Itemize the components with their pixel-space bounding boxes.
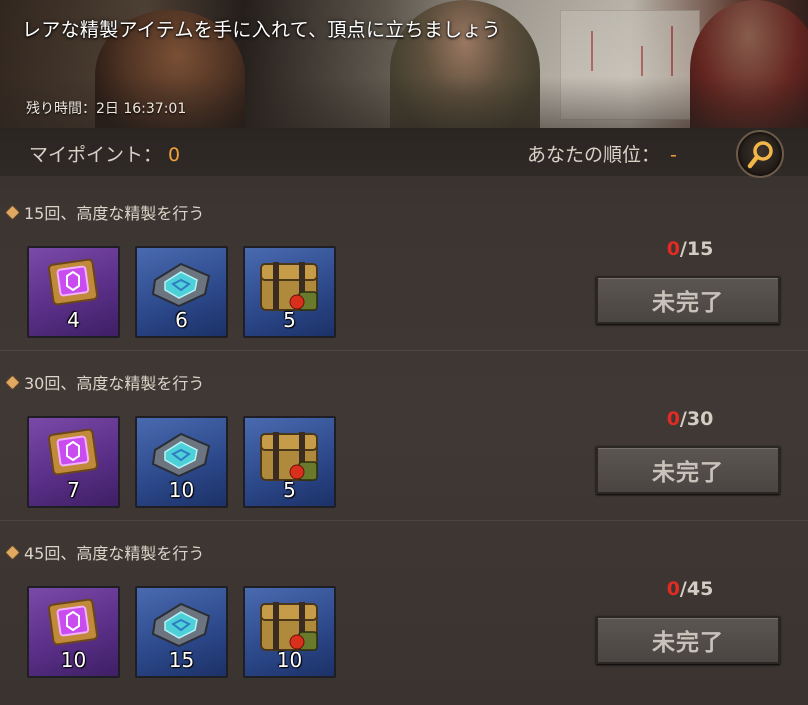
magnifier-icon xyxy=(747,141,773,169)
purple-chip-icon xyxy=(47,598,99,646)
item-count: 5 xyxy=(283,308,296,332)
diamond-bullet-icon xyxy=(6,375,19,389)
event-banner: レアな精製アイテムを手に入れて、頂点に立ちましょう 残り時間：2日 16:37:… xyxy=(0,0,808,128)
blue-chip-icon xyxy=(151,602,211,648)
diamond-bullet-icon xyxy=(6,205,19,219)
reward-item-supply-bag[interactable]: 10 xyxy=(243,586,336,678)
progress-current: 0 xyxy=(666,408,680,430)
reward-item-blue-chip[interactable]: 15 xyxy=(135,586,228,678)
section-divider xyxy=(0,350,808,351)
reward-item-supply-bag[interactable]: 5 xyxy=(243,416,336,508)
points-bar: マイポイント： 0 あなたの順位： - xyxy=(0,128,808,176)
blue-chip-icon xyxy=(151,432,211,478)
reward-item-purple-chip[interactable]: 10 xyxy=(27,586,120,678)
remaining-time: 残り時間：2日 16:37:01 xyxy=(26,101,187,117)
my-rank-label: あなたの順位： xyxy=(527,144,661,166)
progress-current: 0 xyxy=(666,238,680,260)
section-divider xyxy=(0,520,808,521)
item-count: 6 xyxy=(175,308,188,332)
progress-current: 0 xyxy=(666,578,680,600)
tier-progress: 0/45 xyxy=(600,578,780,600)
reward-tier-3: 45回、高度な精製を行う 10 15 10 0/45 未完了 xyxy=(0,520,808,690)
item-count: 10 xyxy=(60,648,87,672)
my-points-value: 0 xyxy=(168,144,181,166)
item-count: 10 xyxy=(276,648,303,672)
item-count: 4 xyxy=(67,308,80,332)
reward-tier-1: 15回、高度な精製を行う 4 6 5 0/15 未完了 xyxy=(0,180,808,350)
claim-status-button[interactable]: 未完了 xyxy=(596,616,780,664)
reward-tier-2: 30回、高度な精製を行う 7 10 5 0/30 未完了 xyxy=(0,350,808,520)
claim-status-button[interactable]: 未完了 xyxy=(596,276,780,324)
event-panel: レアな精製アイテムを手に入れて、頂点に立ちましょう 残り時間：2日 16:37:… xyxy=(0,0,808,705)
reward-item-blue-chip[interactable]: 10 xyxy=(135,416,228,508)
tier-progress: 0/15 xyxy=(600,238,780,260)
my-rank: あなたの順位： - xyxy=(527,140,677,167)
reward-item-supply-bag[interactable]: 5 xyxy=(243,246,336,338)
purple-chip-icon xyxy=(47,428,99,476)
ranking-search-button[interactable] xyxy=(736,130,784,178)
blue-chip-icon xyxy=(151,262,211,308)
purple-chip-icon xyxy=(47,258,99,306)
progress-total: /15 xyxy=(679,238,714,260)
my-points: マイポイント： 0 xyxy=(29,140,180,167)
my-points-label: マイポイント： xyxy=(29,144,163,166)
diamond-bullet-icon xyxy=(6,545,19,559)
progress-total: /30 xyxy=(679,408,714,430)
reward-item-blue-chip[interactable]: 6 xyxy=(135,246,228,338)
item-count: 10 xyxy=(168,478,195,502)
tier-progress: 0/30 xyxy=(600,408,780,430)
tier-title: 45回、高度な精製を行う xyxy=(6,540,204,564)
banner-title: レアな精製アイテムを手に入れて、頂点に立ちましょう xyxy=(22,19,502,41)
claim-status-button[interactable]: 未完了 xyxy=(596,446,780,494)
my-rank-value: - xyxy=(670,144,677,166)
reward-item-purple-chip[interactable]: 7 xyxy=(27,416,120,508)
progress-total: /45 xyxy=(679,578,714,600)
tier-title: 15回、高度な精製を行う xyxy=(6,200,204,224)
item-count: 15 xyxy=(168,648,195,672)
tier-title: 30回、高度な精製を行う xyxy=(6,370,204,394)
reward-item-purple-chip[interactable]: 4 xyxy=(27,246,120,338)
item-count: 7 xyxy=(67,478,80,502)
item-count: 5 xyxy=(283,478,296,502)
